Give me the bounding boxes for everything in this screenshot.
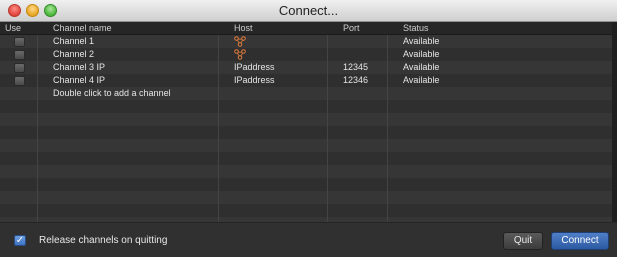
checkmark-icon: ✓ [15,235,25,246]
graph-node-icon [234,49,246,60]
column-header-host[interactable]: Host [234,22,253,35]
add-channel-hint: Double click to add a channel [53,88,171,98]
empty-row [0,204,612,217]
title-bar: Connect... [0,0,617,22]
host-cell: IPaddress [234,75,275,85]
empty-row [0,100,612,113]
status-cell: Available [403,62,440,72]
empty-row [0,113,612,126]
empty-row [0,139,612,152]
port-cell: 12345 [343,62,369,72]
column-header-port[interactable]: Port [343,22,360,35]
column-header-channel-name[interactable]: Channel name [53,22,112,35]
use-checkbox[interactable] [14,76,25,86]
host-cell: IPaddress [234,62,275,72]
column-divider [327,35,328,222]
connect-button[interactable]: Connect [551,232,609,250]
table-row[interactable]: Channel 2 Available [0,48,612,61]
empty-row [0,191,612,204]
empty-row [0,152,612,165]
table-row[interactable]: Channel 1 Available [0,35,612,48]
channel-name-cell: Channel 1 [53,36,95,46]
status-cell: Available [403,75,440,85]
add-channel-row[interactable]: Double click to add a channel [0,87,612,100]
table-body: Channel 1 Available Channel 2 Available … [0,35,612,222]
use-checkbox[interactable] [14,50,25,60]
table-row[interactable]: Channel 3 IP IPaddress 12345 Available [0,61,612,74]
channel-name-cell: Channel 3 IP [53,62,106,72]
channel-name-cell: Channel 2 [53,49,95,59]
channel-table: Use Channel name Host Port Status Channe… [0,22,612,222]
release-channels-label: Release channels on quitting [39,235,168,246]
use-checkbox[interactable] [14,37,25,47]
table-row[interactable]: Channel 4 IP IPaddress 12346 Available [0,74,612,87]
status-cell: Available [403,36,440,46]
table-header: Use Channel name Host Port Status [0,22,612,35]
channel-name-cell: Channel 4 IP [53,75,106,85]
status-cell: Available [403,49,440,59]
window-title: Connect... [278,3,339,18]
column-header-status[interactable]: Status [403,22,429,35]
use-checkbox[interactable] [14,63,25,73]
connect-window: Connect... Use Channel name Host Port St… [0,0,617,257]
empty-row [0,165,612,178]
empty-row [0,126,612,139]
column-divider [387,35,388,222]
empty-row [0,178,612,191]
column-divider [37,35,38,222]
graph-node-icon [234,36,246,47]
port-cell: 12346 [343,75,369,85]
column-divider [218,35,219,222]
table-scrollbar[interactable] [612,22,617,222]
release-channels-checkbox[interactable]: ✓ [14,235,26,246]
column-header-use[interactable]: Use [5,22,21,35]
footer-bar: ✓ Release channels on quitting Quit Conn… [0,222,617,257]
quit-button[interactable]: Quit [503,232,543,250]
